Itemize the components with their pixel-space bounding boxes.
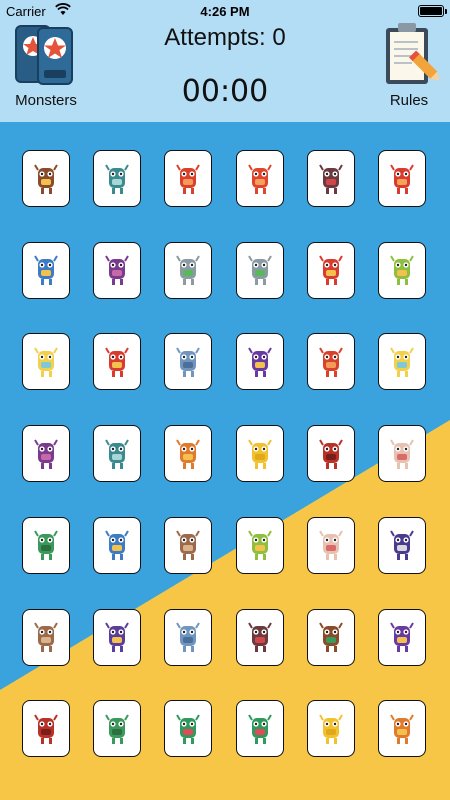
memory-card[interactable] [164,150,213,207]
memory-card[interactable] [164,333,213,391]
memory-card[interactable] [378,608,426,666]
memory-card[interactable] [22,700,70,758]
yellow-cloud-monster-icon [390,347,414,377]
memory-card[interactable] [306,333,355,391]
green-tongue-monster-icon [247,714,272,744]
purple-hat-monster-icon [105,255,130,286]
yellow-cloud-monster-icon [34,347,58,377]
memory-card[interactable] [93,150,142,207]
memory-card[interactable] [164,700,213,758]
memory-card[interactable] [93,333,142,391]
memory-card[interactable] [378,425,426,483]
yellow-one-eye-monster-icon [247,439,272,469]
red-horned-monster-icon [318,439,343,469]
rules-label: Rules [389,92,429,109]
memory-card[interactable] [22,425,70,483]
memory-card[interactable] [22,608,70,666]
memory-card[interactable] [235,333,284,391]
rules-button[interactable]: Rules [376,22,442,112]
memory-card[interactable] [378,333,426,391]
orange-tiger-monster-icon [390,714,414,744]
red-stick-one-eye-monster-icon [318,255,343,286]
robot-grey-monster-icon [176,255,201,286]
battery-icon [418,5,447,17]
teal-cyclops-monster-icon [105,163,130,194]
purple-blob-monster-icon [390,622,414,652]
memory-card[interactable] [93,241,142,299]
brown-furry-monster-icon [34,622,58,652]
red-stick-monster-icon [247,163,272,194]
blue-horned-monster-icon [176,622,201,652]
memory-card[interactable] [378,241,426,299]
red-stick-one-eye-monster-icon [105,347,130,377]
memory-card[interactable] [164,516,213,574]
status-bar: Carrier 4:26 PM [0,0,450,22]
memory-card[interactable] [235,608,284,666]
purple-hat-monster-icon [34,439,58,469]
purple-wizard-monster-icon [390,530,414,561]
memory-card[interactable] [164,425,213,483]
brown-block-monster-icon [318,622,343,652]
clipboard-icon [386,23,440,84]
blue-horned-monster-icon [176,347,201,377]
memory-card[interactable] [306,241,355,299]
memory-card[interactable] [378,516,426,574]
brown-block-monster-icon [34,163,58,194]
memory-card[interactable] [22,516,70,574]
header-bar: Carrier 4:26 PM Monsters Attempts: 0 00:… [0,0,450,122]
green-multi-eye-monster-icon [34,530,58,561]
memory-card[interactable] [22,241,70,299]
memory-card[interactable] [235,516,284,574]
yellow-one-eye-monster-icon [318,714,343,744]
memory-card[interactable] [378,700,426,758]
blue-kid-monster-icon [105,530,130,561]
memory-card[interactable] [306,150,355,207]
robot-grey-monster-icon [247,255,272,286]
purple-blob-monster-icon [247,347,272,377]
red-square-monster-icon [318,347,343,377]
memory-card[interactable] [306,516,355,574]
red-horned-monster-icon [34,714,58,744]
memory-card[interactable] [164,608,213,666]
green-yellow-monster-icon [390,255,414,286]
pink-pale-monster-icon [390,439,414,469]
clock-time: 4:26 PM [200,4,250,19]
memory-card[interactable] [22,150,70,207]
memory-card[interactable] [306,425,355,483]
memory-card[interactable] [235,241,284,299]
purple-cyclops-monster-icon [105,622,130,652]
memory-card[interactable] [93,425,142,483]
memory-card[interactable] [93,700,142,758]
red-round-monster-icon [390,163,414,194]
blue-kid-monster-icon [34,255,58,286]
teal-cyclops-monster-icon [105,439,130,469]
memory-card[interactable] [22,333,70,391]
purple-horns-monster-icon [318,163,343,194]
pink-pale-monster-icon [318,530,343,561]
memory-card[interactable] [93,516,142,574]
memory-card[interactable] [235,700,284,758]
brown-furry-monster-icon [176,530,201,561]
memory-card[interactable] [235,425,284,483]
memory-card[interactable] [306,700,355,758]
memory-card[interactable] [378,150,426,207]
memory-card[interactable] [306,608,355,666]
memory-card[interactable] [164,241,213,299]
memory-card[interactable] [235,150,284,207]
green-multi-eye-monster-icon [105,714,130,744]
green-tongue-monster-icon [176,714,201,744]
memory-card[interactable] [93,608,142,666]
purple-horns-monster-icon [247,622,272,652]
orange-tiger-monster-icon [176,439,201,469]
red-square-monster-icon [176,163,201,194]
green-yellow-monster-icon [247,530,272,561]
